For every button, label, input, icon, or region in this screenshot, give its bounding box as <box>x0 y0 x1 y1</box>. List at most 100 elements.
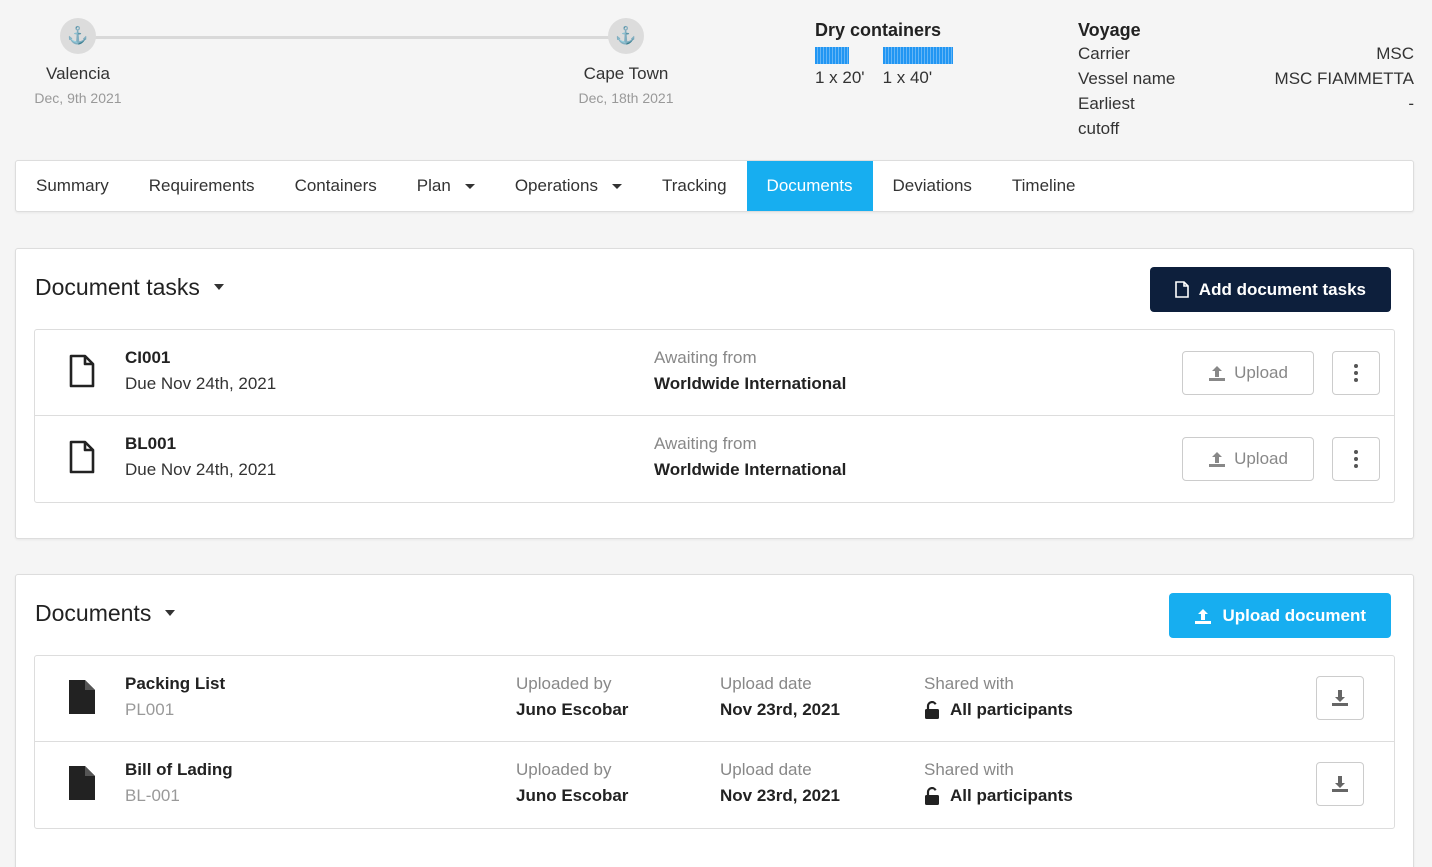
awaiting-from: Worldwide International <box>654 460 847 479</box>
tab-operations[interactable]: Operations <box>495 161 642 211</box>
upload-label: Upload <box>1234 363 1288 382</box>
tab-tracking[interactable]: Tracking <box>642 161 747 211</box>
kebab-menu-icon <box>1354 450 1358 468</box>
containers-title: Dry containers <box>815 20 942 40</box>
download-icon <box>1332 690 1348 706</box>
voyage-value: MSC <box>1376 44 1414 63</box>
voyage-row-vessel: Vessel name MSC FIAMMETTA <box>1078 66 1414 91</box>
upload-date-col: Upload date Nov 23rd, 2021 <box>720 760 840 806</box>
shared-with: All participants <box>924 786 1073 806</box>
shared-with-value: All participants <box>950 700 1073 719</box>
upload-date: Nov 23rd, 2021 <box>720 786 841 805</box>
uploaded-by-label: Uploaded by <box>516 674 612 693</box>
add-document-tasks-button[interactable]: Add document tasks <box>1149 267 1391 312</box>
file-outline-icon <box>69 440 95 474</box>
uploaded-by: Juno Escobar <box>516 700 629 719</box>
upload-button[interactable]: Upload <box>1182 437 1314 481</box>
tab-bar: Summary Requirements Containers Plan Ope… <box>15 160 1414 212</box>
task-name: BL001 <box>125 434 177 453</box>
task-name: CI001 <box>125 348 171 367</box>
list-item: CI001 Due Nov 24th, 2021 Awaiting from W… <box>35 330 1394 416</box>
tab-label: Summary <box>36 176 109 195</box>
upload-document-label: Upload document <box>1222 605 1366 625</box>
upload-date: Nov 23rd, 2021 <box>720 700 841 719</box>
document-code: BL-001 <box>125 786 180 805</box>
upload-icon <box>1209 366 1226 381</box>
awaiting-label: Awaiting from <box>654 434 757 453</box>
shared-with-col: Shared with All participants <box>924 674 1073 720</box>
documents-panel: Documents Upload document Packing List P… <box>15 574 1414 867</box>
awaiting-col: Awaiting from Worldwide International <box>654 434 846 480</box>
task-due: Due Nov 24th, 2021 <box>125 374 277 393</box>
awaiting-from: Worldwide International <box>654 374 847 393</box>
shared-with-label: Shared with <box>924 760 1014 779</box>
shared-with-value: All participants <box>950 786 1073 805</box>
tab-requirements[interactable]: Requirements <box>129 161 275 211</box>
uploaded-by-label: Uploaded by <box>516 760 612 779</box>
container-40-label: 1 x 40' <box>882 68 933 87</box>
upload-document-button[interactable]: Upload document <box>1169 593 1391 638</box>
voyage-key: Earliest cutoff <box>1078 94 1135 138</box>
tab-containers[interactable]: Containers <box>275 161 397 211</box>
shared-with-col: Shared with All participants <box>924 760 1073 806</box>
list-item: BL001 Due Nov 24th, 2021 Awaiting from W… <box>35 416 1394 502</box>
more-options-button[interactable] <box>1332 351 1380 395</box>
awaiting-label: Awaiting from <box>654 348 757 367</box>
document-tasks-title: Document tasks <box>35 273 200 300</box>
add-document-tasks-label: Add document tasks <box>1198 279 1366 299</box>
file-icon <box>69 680 95 714</box>
document-tasks-toggle[interactable]: Document tasks <box>35 249 224 325</box>
download-button[interactable] <box>1316 762 1364 806</box>
upload-date-col: Upload date Nov 23rd, 2021 <box>720 674 840 720</box>
documents-toggle[interactable]: Documents <box>35 575 176 651</box>
voyage-row-cutoff: Earliest cutoff - <box>1078 91 1414 141</box>
caret-down-icon <box>611 183 622 189</box>
route-line <box>78 36 628 39</box>
container-40-bar <box>883 47 953 64</box>
documents-list: Packing List PL001 Uploaded by Juno Esco… <box>34 655 1395 829</box>
upload-icon <box>1209 452 1226 467</box>
download-button[interactable] <box>1316 676 1364 720</box>
tab-timeline[interactable]: Timeline <box>992 161 1096 211</box>
tab-label: Timeline <box>1011 176 1076 195</box>
tab-plan[interactable]: Plan <box>397 161 495 211</box>
uploaded-by: Juno Escobar <box>516 786 629 805</box>
anchor-icon: ⚓ <box>60 18 96 54</box>
upload-label: Upload <box>1234 449 1288 468</box>
voyage-info: Voyage Carrier MSC Vessel name MSC FIAMM… <box>1078 20 1414 141</box>
origin-name: Valencia <box>46 64 110 83</box>
voyage-value: - <box>1408 94 1414 113</box>
tab-label: Operations <box>514 176 598 195</box>
tab-documents[interactable]: Documents <box>746 161 873 211</box>
list-item: Bill of Lading BL-001 Uploaded by Juno E… <box>35 742 1394 828</box>
origin-date: Dec, 9th 2021 <box>34 90 122 106</box>
caret-down-icon <box>165 610 176 616</box>
origin-port: ⚓ Valencia Dec, 9th 2021 <box>18 18 138 106</box>
container-20-bar <box>815 47 849 64</box>
unlock-icon <box>925 701 939 719</box>
destination-date: Dec, 18th 2021 <box>578 90 674 106</box>
documents-title: Documents <box>35 599 152 626</box>
tab-label: Requirements <box>148 176 255 195</box>
voyage-key: Carrier <box>1078 44 1130 63</box>
more-options-button[interactable] <box>1332 437 1380 481</box>
container-20-label: 1 x 20' <box>815 68 865 87</box>
shared-with: All participants <box>924 700 1073 720</box>
kebab-menu-icon <box>1354 364 1358 382</box>
destination-name: Cape Town <box>583 64 669 83</box>
tab-label: Tracking <box>661 176 727 195</box>
tab-summary[interactable]: Summary <box>16 161 129 211</box>
file-outline-icon <box>69 354 95 388</box>
document-name[interactable]: Packing List <box>125 674 225 694</box>
upload-button[interactable]: Upload <box>1182 351 1314 395</box>
voyage-key: Vessel name <box>1078 69 1176 88</box>
task-due: Due Nov 24th, 2021 <box>125 460 277 479</box>
document-name[interactable]: Bill of Lading <box>125 760 233 780</box>
tab-deviations[interactable]: Deviations <box>873 161 992 211</box>
awaiting-col: Awaiting from Worldwide International <box>654 348 846 394</box>
document-code: PL001 <box>125 700 175 719</box>
voyage-title: Voyage <box>1078 20 1141 40</box>
voyage-value: MSC FIAMMETTA <box>1274 69 1414 88</box>
tab-label: Deviations <box>892 176 972 195</box>
destination-port: ⚓ Cape Town Dec, 18th 2021 <box>566 18 686 106</box>
